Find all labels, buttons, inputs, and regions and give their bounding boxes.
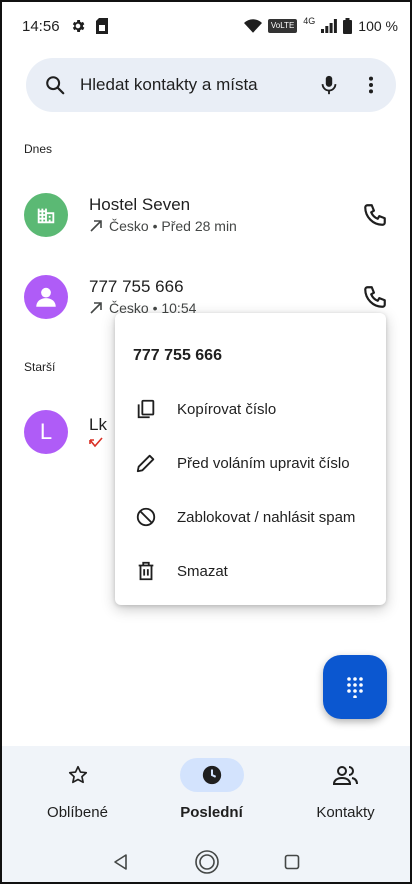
tab-label: Kontakty [316, 804, 375, 821]
network-type: 4G [303, 16, 316, 26]
star-icon [68, 765, 87, 784]
tab-label: Oblíbené [47, 804, 108, 821]
clock-icon [202, 765, 221, 785]
menu-label: Kopírovat číslo [177, 400, 277, 418]
back-icon[interactable] [112, 853, 130, 871]
call-row[interactable]: Hostel Seven Česko • Před 28 min [0, 180, 412, 250]
dialpad-icon [347, 677, 363, 698]
sim-card-icon [95, 18, 108, 34]
phone-icon[interactable] [362, 284, 388, 310]
building-icon [37, 208, 55, 224]
wifi-icon [243, 19, 262, 33]
phone-icon[interactable] [362, 202, 388, 228]
nav-pill [314, 758, 378, 792]
more-options-icon[interactable] [360, 74, 382, 96]
avatar [24, 193, 68, 237]
nav-pill-active [179, 758, 244, 792]
menu-label: Zablokovat / nahlásit spam [177, 508, 356, 526]
gear-icon [72, 20, 84, 32]
microphone-icon[interactable] [318, 74, 340, 96]
section-older: Starší [24, 360, 56, 374]
home-icon[interactable] [194, 849, 220, 875]
tab-contacts[interactable]: Kontakty [277, 758, 412, 838]
system-navigation [0, 842, 412, 882]
menu-label: Před voláním upravit číslo [177, 454, 350, 472]
search-icon [46, 76, 65, 95]
bottom-navigation: Oblíbené Poslední Kontakty [0, 746, 412, 884]
missed-call-icon [89, 437, 103, 448]
avatar-letter: L [24, 410, 68, 454]
dialpad-button[interactable] [323, 655, 387, 719]
copy-icon [137, 399, 155, 419]
status-bar: 14:56 VoLTE 4G 100 % [0, 0, 412, 52]
search-input[interactable]: Hledat kontakty a místa [80, 75, 318, 95]
context-menu: 777 755 666 Kopírovat číslo Před voláním… [115, 313, 386, 605]
tab-recents[interactable]: Poslední [143, 758, 280, 838]
section-today: Dnes [24, 142, 53, 156]
signal-icon [321, 19, 338, 33]
search-bar[interactable]: Hledat kontakty a místa [26, 58, 396, 112]
menu-label: Smazat [177, 562, 228, 580]
recents-icon[interactable] [284, 854, 300, 870]
trash-icon [138, 561, 154, 581]
block-icon [136, 507, 156, 527]
volte-badge: VoLTE [267, 19, 298, 33]
battery-level: 100 % [358, 18, 398, 34]
menu-item-block-spam[interactable]: Zablokovat / nahlásit spam [115, 493, 386, 541]
outgoing-call-icon [90, 302, 102, 314]
tab-favorites[interactable]: Oblíbené [9, 758, 146, 838]
person-icon [36, 287, 56, 307]
popup-title: 777 755 666 [133, 347, 222, 364]
menu-item-delete[interactable]: Smazat [115, 547, 386, 595]
menu-item-copy-number[interactable]: Kopírovat číslo [115, 385, 386, 433]
contacts-icon [332, 766, 358, 785]
pencil-icon [136, 454, 155, 473]
tab-label: Poslední [180, 804, 243, 821]
avatar [24, 275, 68, 319]
nav-pill [46, 758, 110, 792]
status-time: 14:56 [22, 17, 60, 35]
outgoing-call-icon [90, 220, 102, 232]
menu-item-edit-number[interactable]: Před voláním upravit číslo [115, 439, 386, 487]
battery-icon [343, 18, 353, 34]
call-detail: Česko • Před 28 min [109, 218, 237, 234]
